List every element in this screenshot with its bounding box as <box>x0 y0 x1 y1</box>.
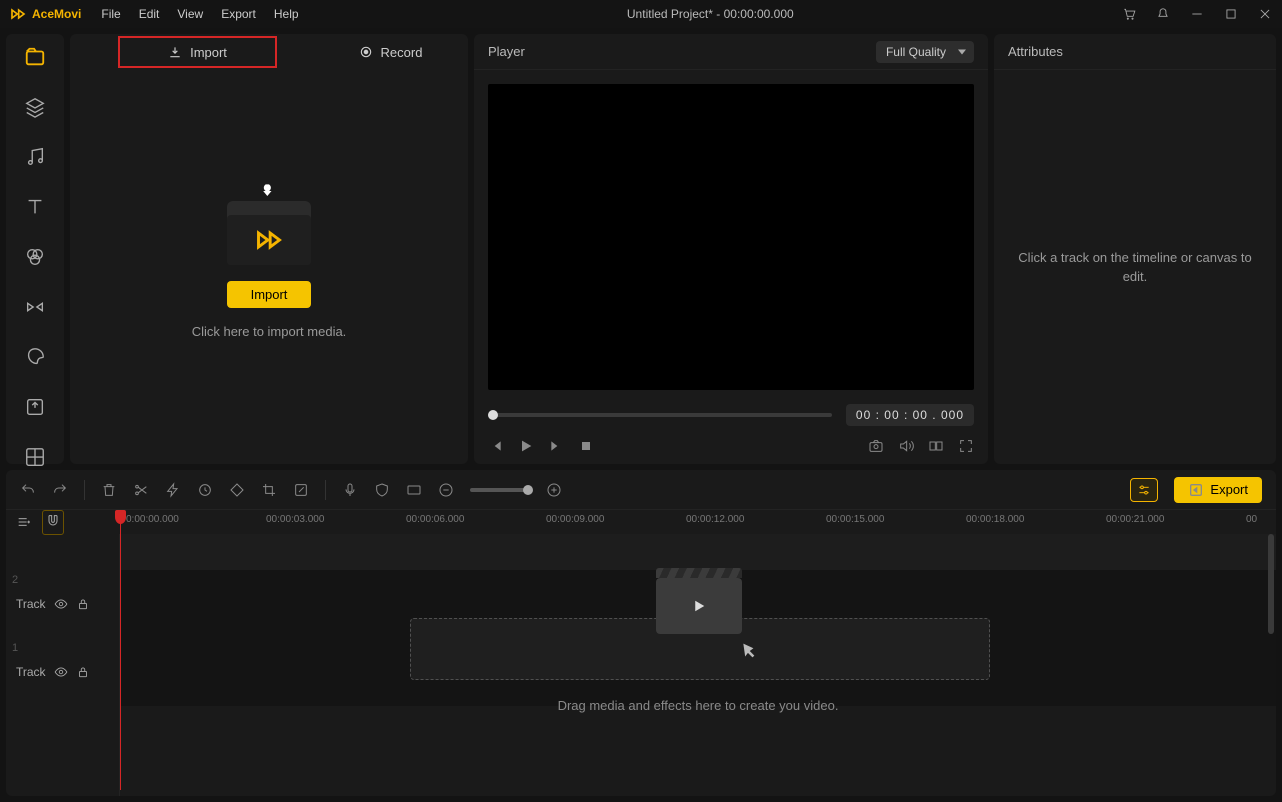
cursor-icon <box>736 640 758 662</box>
import-button[interactable]: Import <box>227 281 312 308</box>
timeline-settings[interactable] <box>1130 478 1158 502</box>
timeline-scrollbar[interactable] <box>1268 534 1274 634</box>
sidebar-audio[interactable] <box>22 146 48 168</box>
speed-icon[interactable] <box>165 482 181 498</box>
eye-icon[interactable] <box>54 665 68 679</box>
project-title: Untitled Project* - 00:00:00.000 <box>299 7 1122 21</box>
zoom-slider[interactable] <box>470 488 530 492</box>
next-frame-icon[interactable] <box>548 438 564 454</box>
sidebar-text[interactable] <box>22 196 48 218</box>
stop-icon[interactable] <box>578 438 594 454</box>
sidebar-layers[interactable] <box>22 96 48 118</box>
seek-slider[interactable] <box>488 413 832 417</box>
time-display: 00 : 00 : 00 . 000 <box>846 404 974 426</box>
playhead[interactable] <box>120 510 121 790</box>
magnet-icon[interactable] <box>42 510 64 535</box>
player-panel: Player Full Quality 00 : 00 : 00 . 000 <box>474 34 988 464</box>
sidebar-export[interactable] <box>22 396 48 418</box>
undo-icon[interactable] <box>20 482 36 498</box>
voiceover-icon[interactable] <box>342 482 358 498</box>
drop-hint: Drag media and effects here to create yo… <box>120 698 1276 713</box>
edit-icon[interactable] <box>293 482 309 498</box>
sidebar-split[interactable] <box>22 446 48 468</box>
tab-import[interactable]: Import <box>118 36 277 68</box>
prev-frame-icon[interactable] <box>488 438 504 454</box>
menu-edit[interactable]: Edit <box>139 7 160 21</box>
redo-icon[interactable] <box>52 482 68 498</box>
timeline: Export 0:00:00.000 00:00:03.000 00:00:06… <box>6 470 1276 796</box>
eye-icon[interactable] <box>54 597 68 611</box>
zoom-out-icon[interactable] <box>438 482 454 498</box>
app-logo: AceMovi <box>10 6 81 22</box>
player-title: Player <box>488 44 525 59</box>
snapshot-icon[interactable] <box>868 438 884 454</box>
import-folder-icon[interactable] <box>227 195 311 265</box>
fullscreen-icon[interactable] <box>958 438 974 454</box>
track-header-2[interactable]: 2 Track <box>6 570 119 638</box>
menu-export[interactable]: Export <box>221 7 256 21</box>
split-icon[interactable] <box>133 482 149 498</box>
menu-help[interactable]: Help <box>274 7 299 21</box>
sidebar <box>6 34 64 464</box>
close-icon[interactable] <box>1258 7 1272 21</box>
maximize-icon[interactable] <box>1224 7 1238 21</box>
player-viewport[interactable] <box>488 84 974 390</box>
volume-icon[interactable] <box>898 438 914 454</box>
drop-clip-icon <box>656 578 742 634</box>
minimize-icon[interactable] <box>1190 7 1204 21</box>
quality-select[interactable]: Full Quality <box>876 41 974 63</box>
track-options-icon[interactable] <box>16 514 32 530</box>
attributes-hint: Click a track on the timeline or canvas … <box>994 70 1276 464</box>
shield-icon[interactable] <box>374 482 390 498</box>
import-hint: Click here to import media. <box>192 324 347 339</box>
sidebar-media[interactable] <box>22 46 48 68</box>
rotate-icon[interactable] <box>197 482 213 498</box>
media-panel: Import Record Import Click here to impor… <box>70 34 468 464</box>
lock-icon[interactable] <box>76 597 90 611</box>
delete-icon[interactable] <box>101 482 117 498</box>
lock-icon[interactable] <box>76 665 90 679</box>
titlebar: AceMovi File Edit View Export Help Untit… <box>0 0 1282 28</box>
timeline-ruler[interactable]: 0:00:00.000 00:00:03.000 00:00:06.000 00… <box>120 510 1276 534</box>
menu-file[interactable]: File <box>101 7 120 21</box>
attributes-title: Attributes <box>1008 44 1063 59</box>
aspect-icon[interactable] <box>406 482 422 498</box>
cart-icon[interactable] <box>1122 7 1136 21</box>
bell-icon[interactable] <box>1156 7 1170 21</box>
tab-record[interactable]: Record <box>313 34 468 70</box>
export-button[interactable]: Export <box>1174 477 1262 503</box>
attributes-panel: Attributes Click a track on the timeline… <box>994 34 1276 464</box>
sidebar-stickers[interactable] <box>22 346 48 368</box>
sidebar-filters[interactable] <box>22 246 48 268</box>
play-icon[interactable] <box>518 438 534 454</box>
zoom-in-icon[interactable] <box>546 482 562 498</box>
track-header-1[interactable]: 1 Track <box>6 638 119 706</box>
tag-icon[interactable] <box>229 482 245 498</box>
compare-icon[interactable] <box>928 438 944 454</box>
sidebar-transitions[interactable] <box>22 296 48 318</box>
crop-icon[interactable] <box>261 482 277 498</box>
track-area[interactable]: Drag media and effects here to create yo… <box>120 534 1276 796</box>
menu-view[interactable]: View <box>177 7 203 21</box>
